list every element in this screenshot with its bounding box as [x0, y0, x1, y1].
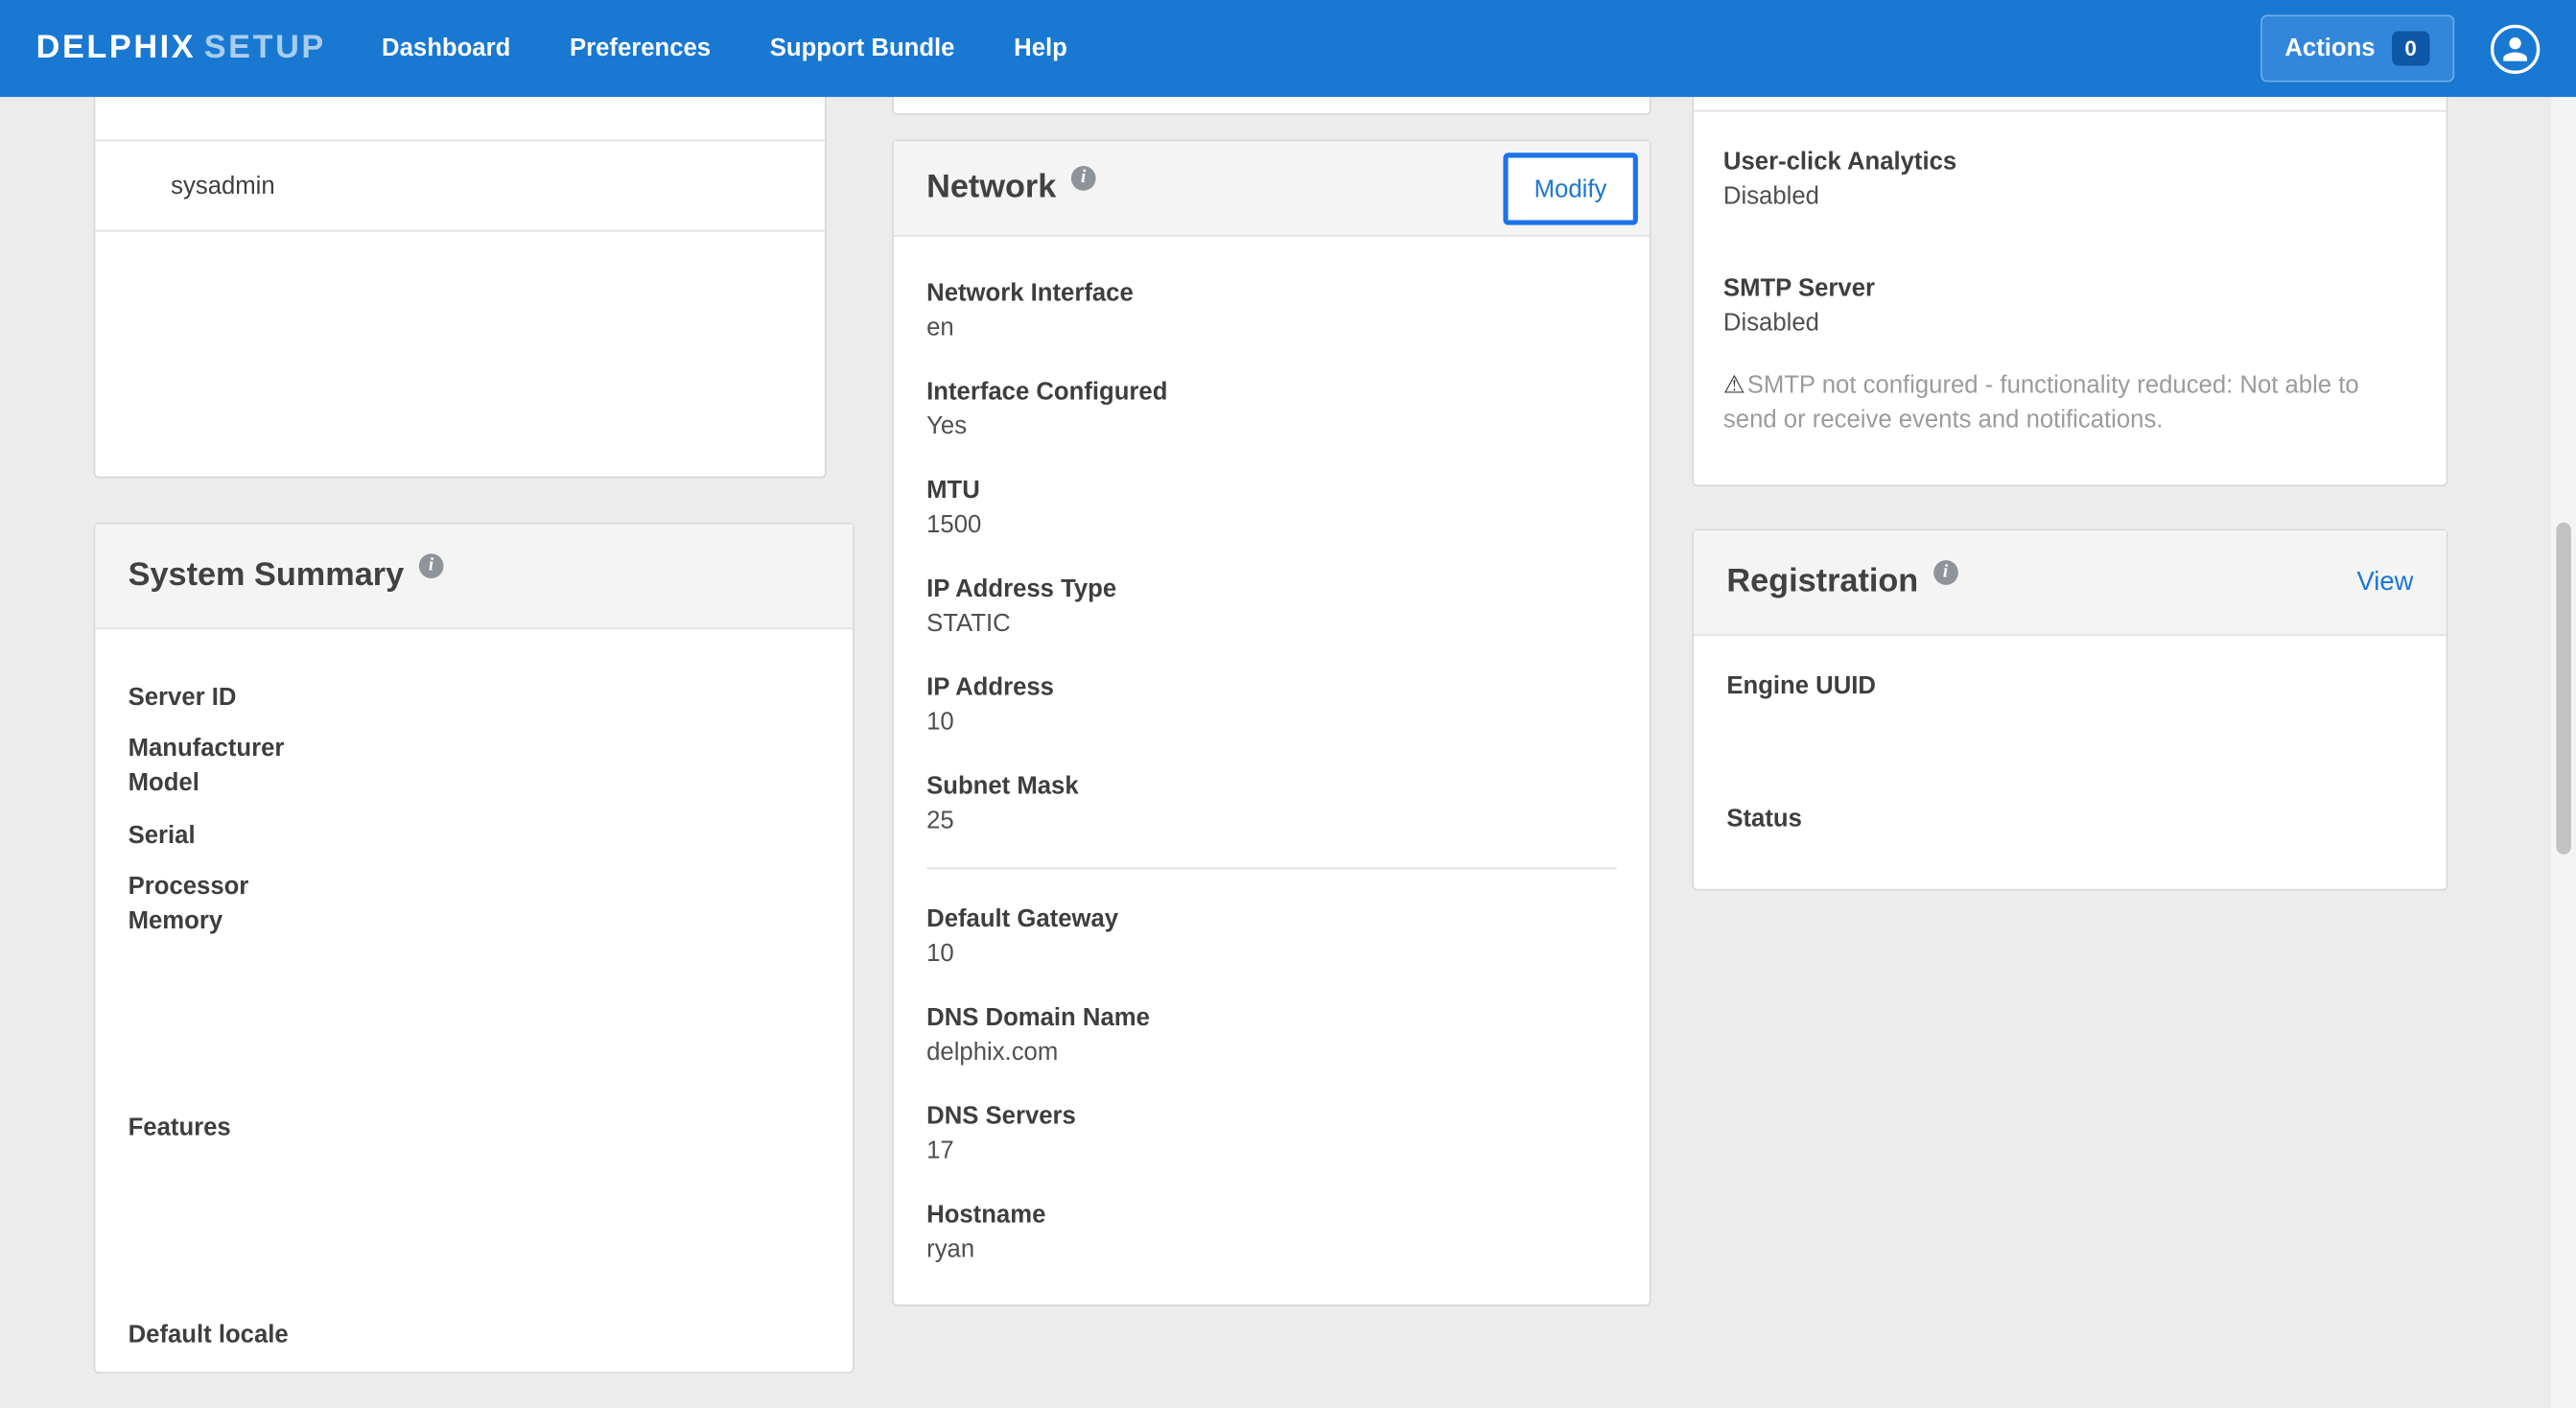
field-value: delphix.com	[926, 1035, 1616, 1069]
notifications-card: User-click Analytics Disabled SMTP Serve…	[1692, 49, 2447, 486]
analytics-field: User-click Analytics Disabled	[1723, 145, 2417, 214]
field-label-processor: Processor	[129, 869, 820, 903]
field-value: 25	[926, 804, 1616, 838]
field-label: IP Address	[926, 670, 1616, 705]
nav-links: Dashboard Preferences Support Bundle Hel…	[352, 2, 1096, 96]
delphix-setup-app: sysadmin System Summary Server ID Manufa…	[0, 0, 2576, 1408]
field-label: Hostname	[926, 1198, 1616, 1232]
network-field-interface: Network Interface en	[926, 276, 1616, 345]
brand-secondary: SETUP	[204, 30, 326, 66]
nav-item-help[interactable]: Help	[984, 2, 1096, 96]
nav-item-dashboard[interactable]: Dashboard	[352, 2, 540, 96]
actions-button-label: Actions	[2284, 35, 2375, 62]
status-field: Status	[1726, 802, 2413, 871]
field-label: SMTP Server	[1723, 271, 2417, 306]
registration-header: Registration View	[1694, 530, 2447, 636]
nav-item-support-bundle[interactable]: Support Bundle	[740, 2, 984, 96]
info-icon[interactable]	[1933, 560, 1958, 585]
field-label: Status	[1726, 802, 2413, 836]
field-label-manufacturer: Manufacturer	[129, 731, 820, 765]
user-avatar[interactable]	[2491, 24, 2540, 73]
network-body: Network Interface en Interface Configure…	[894, 237, 1650, 1267]
nav-item-preferences[interactable]: Preferences	[540, 2, 740, 96]
info-icon[interactable]	[1071, 166, 1096, 191]
field-value: ryan	[926, 1232, 1616, 1267]
network-field-hostname: Hostname ryan	[926, 1198, 1616, 1267]
field-value	[1726, 703, 2413, 738]
field-label-model: Model	[129, 765, 820, 800]
field-value: 10	[926, 936, 1616, 971]
registration-title: Registration	[1726, 564, 1918, 601]
field-value: en	[926, 311, 1616, 345]
field-label: Interface Configured	[926, 375, 1616, 410]
network-field-subnet-mask: Subnet Mask 25	[926, 769, 1616, 838]
field-value: 10	[926, 705, 1616, 739]
users-card: sysadmin	[94, 49, 827, 478]
field-value	[1726, 836, 2413, 871]
user-icon	[2500, 34, 2530, 63]
modify-button[interactable]: Modify	[1503, 153, 1638, 224]
smtp-warning-text: SMTP not configured - functionality redu…	[1723, 371, 2359, 434]
brand-primary: DELPHIX	[36, 30, 196, 66]
field-value: Disabled	[1723, 306, 2417, 340]
registration-body: Engine UUID Status	[1694, 636, 2447, 871]
network-field-dns-domain-name: DNS Domain Name delphix.com	[926, 1000, 1616, 1069]
smtp-warning-message: ⚠SMTP not configured - functionality red…	[1723, 368, 2417, 437]
field-value: Disabled	[1723, 179, 2417, 214]
field-label: IP Address Type	[926, 572, 1616, 606]
info-icon[interactable]	[419, 553, 444, 578]
network-title: Network	[926, 169, 1056, 206]
field-label-serial: Serial	[129, 818, 820, 853]
field-label: DNS Servers	[926, 1099, 1616, 1134]
actions-count-badge: 0	[2392, 32, 2430, 66]
field-label: Engine UUID	[1726, 669, 2413, 703]
field-label: User-click Analytics	[1723, 145, 2417, 179]
field-label-server-id: Server ID	[129, 680, 820, 715]
system-summary-card: System Summary Server ID Manufacturer Mo…	[94, 523, 855, 1373]
field-label: Default Gateway	[926, 902, 1616, 936]
field-value: 1500	[926, 507, 1616, 542]
view-link[interactable]: View	[2356, 568, 2413, 598]
system-summary-body: Server ID Manufacturer Model Serial Proc…	[95, 629, 853, 1352]
field-label: Subnet Mask	[926, 769, 1616, 804]
user-row-sysadmin[interactable]: sysadmin	[95, 141, 825, 231]
field-label-memory: Memory	[129, 903, 820, 938]
field-value: STATIC	[926, 606, 1616, 641]
actions-button[interactable]: Actions 0	[2260, 14, 2455, 82]
network-field-ip-address: IP Address 10	[926, 670, 1616, 739]
top-navbar: DELPHIXSETUP Dashboard Preferences Suppo…	[0, 0, 2576, 97]
engine-uuid-field: Engine UUID	[1726, 669, 2413, 738]
field-label: MTU	[926, 473, 1616, 507]
field-value: Yes	[926, 410, 1616, 444]
network-field-mtu: MTU 1500	[926, 473, 1616, 542]
system-summary-title: System Summary	[129, 557, 405, 595]
warning-icon: ⚠	[1723, 371, 1745, 399]
section-divider	[926, 867, 1616, 869]
scrollbar-thumb[interactable]	[2556, 523, 2570, 855]
field-label-default-locale: Default locale	[129, 1318, 820, 1352]
user-row-label: sysadmin	[171, 173, 275, 200]
network-card: Network Modify Network Interface en Inte…	[892, 140, 1651, 1306]
field-label-features: Features	[129, 1111, 820, 1145]
registration-card: Registration View Engine UUID Status	[1692, 529, 2447, 891]
network-field-ip-address-type: IP Address Type STATIC	[926, 572, 1616, 641]
field-label: Network Interface	[926, 276, 1616, 311]
notifications-body: User-click Analytics Disabled SMTP Serve…	[1694, 111, 2447, 436]
network-field-default-gateway: Default Gateway 10	[926, 902, 1616, 971]
system-summary-header: System Summary	[95, 524, 853, 629]
network-field-dns-servers: DNS Servers 17	[926, 1099, 1616, 1168]
network-header: Network Modify	[894, 141, 1650, 236]
network-field-interface-configured: Interface Configured Yes	[926, 375, 1616, 444]
field-value: 17	[926, 1134, 1616, 1168]
smtp-field: SMTP Server Disabled	[1723, 271, 2417, 340]
field-label: DNS Domain Name	[926, 1000, 1616, 1035]
brand-logo: DELPHIXSETUP	[36, 30, 326, 67]
scrollbar-track[interactable]	[2551, 97, 2576, 1408]
